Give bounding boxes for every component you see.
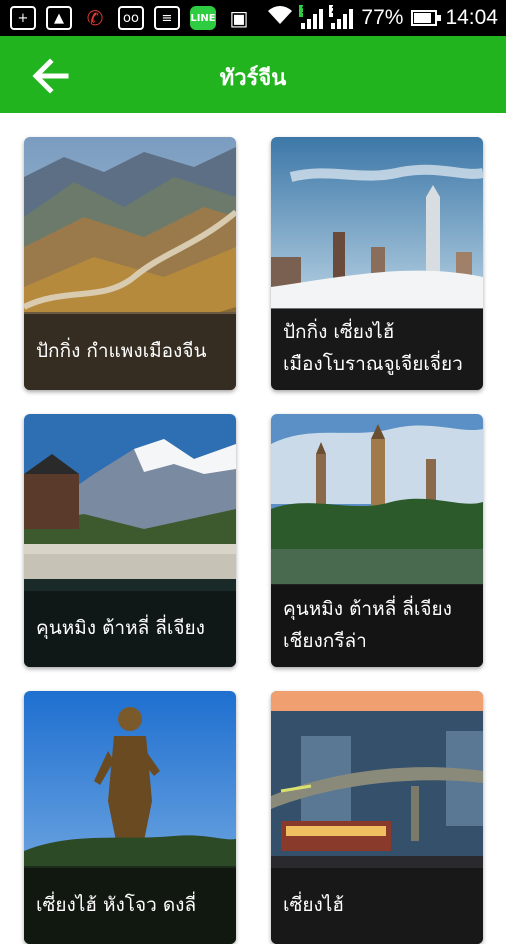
line-app-icon: LINE: [190, 6, 216, 30]
notification-icons: + ▲ ✆ oo ≡ LINE ▣: [10, 6, 252, 30]
tour-card-caption: คุนหมิง ต้าหลี่ ลี่เจียง เชียงกรีล่า: [271, 585, 483, 667]
battery-icon: [411, 10, 442, 26]
status-bar: + ▲ ✆ oo ≡ LINE ▣ 1 2 77% 14:04: [0, 0, 506, 36]
tour-card-caption: เซี่ยงไฮ้ หังโจว ดงลี่: [24, 868, 236, 944]
wifi-icon: [267, 4, 293, 32]
sim1-label: 1: [299, 5, 307, 17]
tour-card-great-wall[interactable]: ปักกิ่ง กำแพงเมืองจีน: [24, 137, 236, 390]
tour-card-buddha[interactable]: เซี่ยงไฮ้ หังโจว ดงลี่: [24, 691, 236, 944]
tour-card-caption: ปักกิ่ง เซี่ยงไฮ้ เมืองโบราณจูเจียเจี่ยว: [271, 308, 483, 390]
tour-card-caption: ปักกิ่ง กำแพงเมืองจีน: [24, 314, 236, 390]
signal-sim1-icon: 1: [299, 5, 324, 29]
message-icon: ≡: [154, 6, 180, 30]
sim2-label: 2: [329, 5, 337, 17]
tour-name: คุนหมิง ต้าหลี่ ลี่เจียง: [283, 598, 452, 620]
tour-card-caption: เซี่ยงไฮ้: [271, 868, 483, 944]
tour-name: เซี่ยงไฮ้: [283, 894, 344, 916]
voicemail-icon: oo: [118, 6, 144, 30]
sim-error-icon: ▣: [229, 6, 249, 30]
tour-card-three-pagodas[interactable]: คุนหมิง ต้าหลี่ ลี่เจียง เชียงกรีล่า: [271, 414, 483, 667]
tour-name: คุนหมิง ต้าหลี่ ลี่เจียง: [36, 617, 205, 639]
tour-card-snow-mountain[interactable]: คุนหมิง ต้าหลี่ ลี่เจียง: [24, 414, 236, 667]
tour-card-city-night[interactable]: เซี่ยงไฮ้: [271, 691, 483, 944]
page-title: ทัวร์จีน: [219, 66, 287, 91]
signal-sim2-icon: 2: [329, 5, 354, 29]
image-icon: ▲: [46, 6, 72, 30]
tour-card-shanghai[interactable]: ปักกิ่ง เซี่ยงไฮ้ เมืองโบราณจูเจียเจี่ยว: [271, 137, 483, 390]
app-bar: ทัวร์จีน: [0, 36, 506, 113]
tour-name-line2: เชียงกรีล่า: [283, 630, 367, 652]
tour-name: ปักกิ่ง กำแพงเมืองจีน: [36, 340, 207, 362]
clock: 14:04: [445, 6, 498, 29]
plus-square-icon: +: [10, 6, 36, 30]
tour-name: เซี่ยงไฮ้ หังโจว ดงลี่: [36, 894, 197, 916]
tour-card-caption: คุนหมิง ต้าหลี่ ลี่เจียง: [24, 591, 236, 667]
missed-call-icon: ✆: [86, 6, 104, 30]
tour-name: ปักกิ่ง เซี่ยงไฮ้: [283, 321, 395, 343]
battery-percent: 77%: [361, 6, 404, 29]
tour-name-line2: เมืองโบราณจูเจียเจี่ยว: [283, 353, 463, 375]
